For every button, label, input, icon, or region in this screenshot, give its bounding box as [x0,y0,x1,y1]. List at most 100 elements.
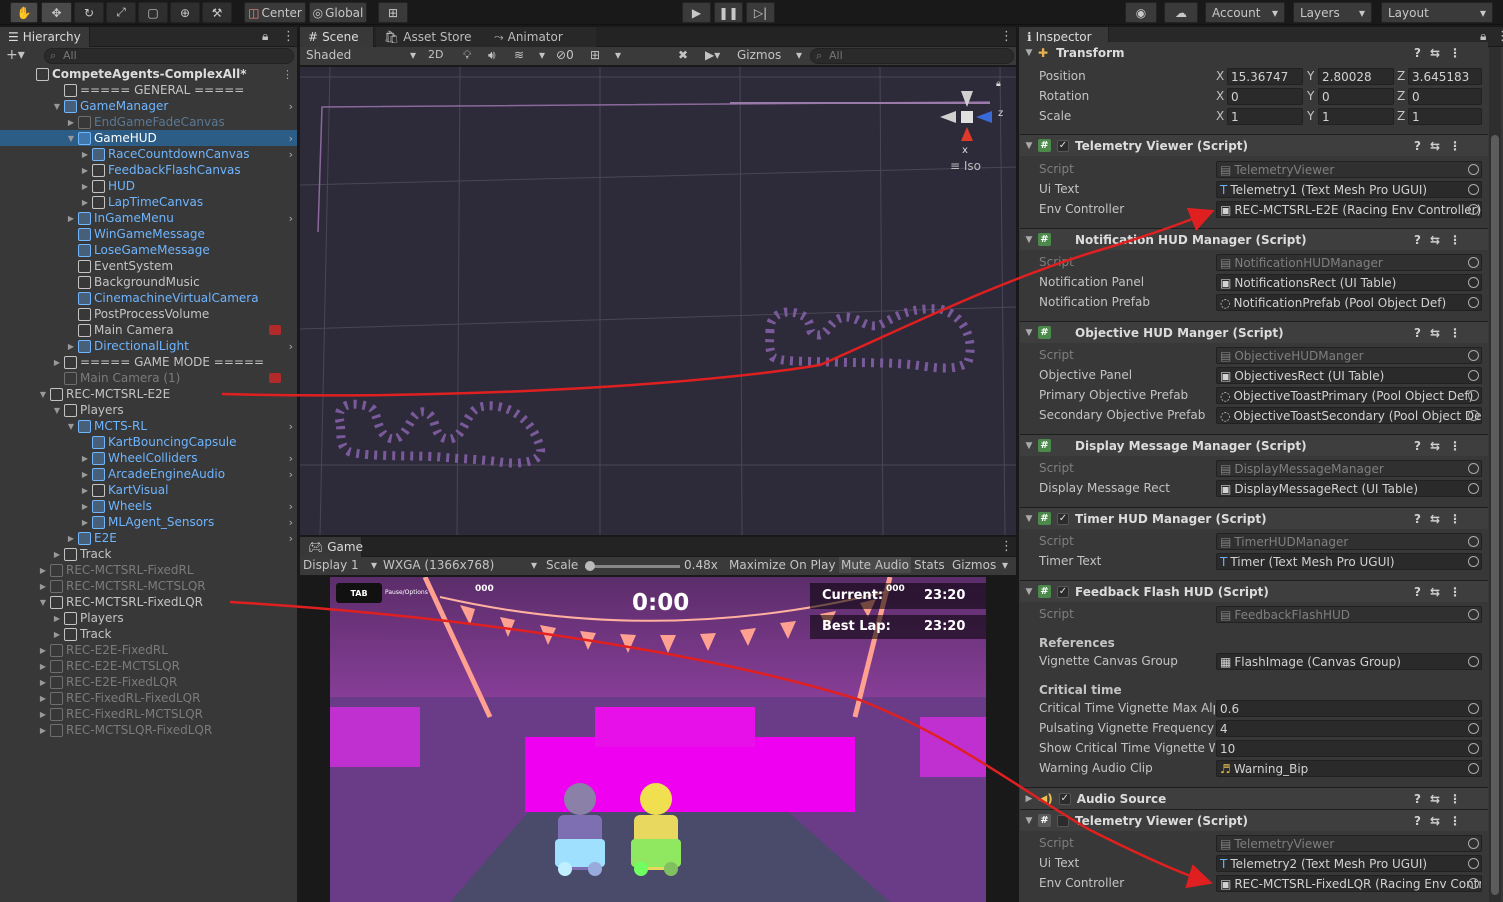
component-header-icons[interactable]: ?⇆⋮ [1414,512,1470,526]
axis-x-label[interactable]: X [1216,89,1224,103]
hierarchy-item[interactable]: ▶ E2E › [0,530,297,546]
hierarchy-item[interactable]: ▶ Track [0,546,297,562]
open-prefab-icon[interactable]: › [289,100,293,113]
primary-objective-field[interactable]: ◌ ObjectiveToastPrimary (Pool Object Def) [1216,387,1482,404]
hierarchy-item[interactable]: ▶ REC-FixedRL-FixedLQR [0,690,297,706]
dropdown-arrow-icon[interactable]: ▾ [1002,558,1008,572]
collapse-arrow-icon[interactable]: ▶ [52,630,62,639]
telemetry1-header[interactable]: ▼ # ✓ Telemetry Viewer (Script) ?⇆⋮ [1020,134,1488,156]
hierarchy-item[interactable]: ▶ WheelColliders › [0,450,297,466]
object-picker-icon[interactable] [1468,164,1479,175]
display-message-header[interactable]: ▼ # Display Message Manager (Script) ?⇆⋮ [1020,434,1488,456]
collapse-arrow-icon[interactable]: ▶ [38,678,48,687]
hierarchy-item[interactable]: ▶ DirectionalLight › [0,338,297,354]
tab-asset-store[interactable]: 🛍︎ Asset Store [376,27,486,47]
hierarchy-search-input[interactable]: ⌕ All [44,48,294,64]
collapse-arrow-icon[interactable]: ▶ [80,486,90,495]
hierarchy-item[interactable]: ▼ MCTS-RL › [0,418,297,434]
scl-y-field[interactable]: 1 [1318,108,1394,125]
axis-x-label[interactable]: X [1216,69,1224,83]
step-button[interactable]: ▷| [746,2,775,23]
collapse-arrow-icon[interactable]: ▶ [38,694,48,703]
inspector-scrollbar[interactable] [1489,47,1501,902]
object-picker-icon[interactable] [1468,483,1479,494]
component-header-icons[interactable]: ?⇆⋮ [1414,139,1470,153]
ui-text-field[interactable]: T Telemetry1 (Text Mesh Pro UGUI) [1216,181,1482,198]
component-header-icons[interactable]: ?⇆⋮ [1414,46,1470,60]
pulse-frequency-field[interactable]: 4 [1216,720,1482,737]
feedback-header[interactable]: ▼ # ✓ Feedback Flash HUD (Script) ?⇆⋮ [1020,580,1488,602]
expand-arrow-icon[interactable]: ▼ [38,390,48,399]
more-icon[interactable]: ⋮ [1496,29,1503,44]
gizmo-center[interactable] [961,111,973,123]
scene-search-input[interactable]: ⌕ All [810,48,1014,64]
object-picker-icon[interactable] [1468,370,1479,381]
open-prefab-icon[interactable]: › [289,452,293,465]
pos-z-field[interactable]: 3.645183 [1408,68,1482,85]
hierarchy-item[interactable]: ▶ ArcadeEngineAudio › [0,466,297,482]
secondary-objective-field[interactable]: ◌ ObjectiveToastSecondary (Pool Object De… [1216,407,1482,424]
axis-z-label[interactable]: Z [1397,89,1405,103]
object-picker-icon[interactable] [1468,277,1479,288]
scl-z-field[interactable]: 1 [1408,108,1482,125]
notification-header[interactable]: ▼ # Notification HUD Manager (Script) ?⇆⋮ [1020,228,1488,250]
object-picker-icon[interactable] [1468,609,1479,620]
account-dropdown[interactable]: Account ▾ [1205,2,1285,23]
collapse-arrow-icon[interactable]: ▶ [38,662,48,671]
collapse-arrow-icon[interactable]: ▶ [38,646,48,655]
mode-2d-toggle[interactable]: 2D [428,48,450,65]
component-header-icons[interactable]: ?⇆⋮ [1414,814,1470,828]
enabled-checkbox[interactable]: ✓ [1057,139,1069,152]
expand-arrow-icon[interactable]: ▼ [66,134,76,143]
object-picker-icon[interactable] [1468,184,1479,195]
component-header-icons[interactable]: ?⇆⋮ [1414,439,1470,453]
resolution-dropdown[interactable]: WXGA (1366x768) ▾ [383,558,537,572]
hierarchy-item[interactable]: BackgroundMusic [0,274,297,290]
hierarchy-item[interactable]: Main Camera [0,322,297,338]
open-prefab-icon[interactable]: › [289,500,293,513]
inspector-scroll-thumb[interactable] [1491,135,1499,895]
play-button[interactable]: ▶ [682,2,711,23]
hierarchy-item[interactable]: CompeteAgents-ComplexAll* ⋮ [0,66,297,82]
rot-x-field[interactable]: 0 [1227,88,1303,105]
object-picker-icon[interactable] [1468,350,1479,361]
object-picker-icon[interactable] [1468,556,1479,567]
grid-icon[interactable]: ⊞ [590,48,600,62]
object-picker-icon[interactable] [1468,763,1479,774]
more-icon[interactable]: ⋮ [282,68,293,81]
collapse-arrow-icon[interactable]: ▶ [80,182,90,191]
component-header-icons[interactable]: ?⇆⋮ [1414,326,1470,340]
critical-max-alpha-field[interactable]: 0.6 [1216,700,1482,717]
layout-dropdown[interactable]: Layout ▾ [1381,2,1493,23]
warning-audio-field[interactable]: ♬ Warning_Bip [1216,760,1482,777]
hierarchy-item[interactable]: ▼ REC-MCTSRL-FixedLQR [0,594,297,610]
show-vignette-field[interactable]: 10 [1216,740,1482,757]
object-picker-icon[interactable] [1468,878,1479,889]
hierarchy-item[interactable]: ▶ Track [0,626,297,642]
expand-arrow-icon[interactable]: ▼ [66,422,76,431]
hierarchy-item[interactable]: ▶ REC-E2E-FixedRL [0,642,297,658]
expand-arrow-icon[interactable]: ▼ [52,406,62,415]
axis-z-label[interactable]: Z [1397,69,1405,83]
lock-icon[interactable]: 🔒︎ [262,29,268,44]
tab-scene[interactable]: # Scene [300,27,374,47]
vignette-field[interactable]: ▦ FlashImage (Canvas Group) [1216,653,1482,670]
tools-icon[interactable]: ✖ [678,48,688,62]
axis-y-label[interactable]: Y [1307,109,1314,123]
scene-lock-icon[interactable]: 🔒︎ [996,79,1001,89]
hierarchy-item[interactable]: ▶ REC-E2E-MCTSLQR [0,658,297,674]
object-picker-icon[interactable] [1468,703,1479,714]
gizmo-y-cone[interactable] [961,91,973,107]
object-picker-icon[interactable] [1468,463,1479,474]
hierarchy-item[interactable]: ▶ KartVisual [0,482,297,498]
collapse-arrow-icon[interactable]: ▶ [80,150,90,159]
add-icon[interactable]: +▾ [6,47,25,63]
hierarchy-item[interactable]: ▶ MLAgent_Sensors › [0,514,297,530]
tab-game[interactable]: 🎮︎ Game [300,537,363,557]
collapse-arrow-icon[interactable]: ▶ [66,342,76,351]
collapse-arrow-icon[interactable]: ▶ [38,710,48,719]
expand-arrow-icon[interactable]: ▼ [38,598,48,607]
hierarchy-item[interactable]: ▶ FeedbackFlashCanvas [0,162,297,178]
orientation-gizmo[interactable] [940,91,992,141]
collapse-arrow-icon[interactable]: ▶ [80,454,90,463]
